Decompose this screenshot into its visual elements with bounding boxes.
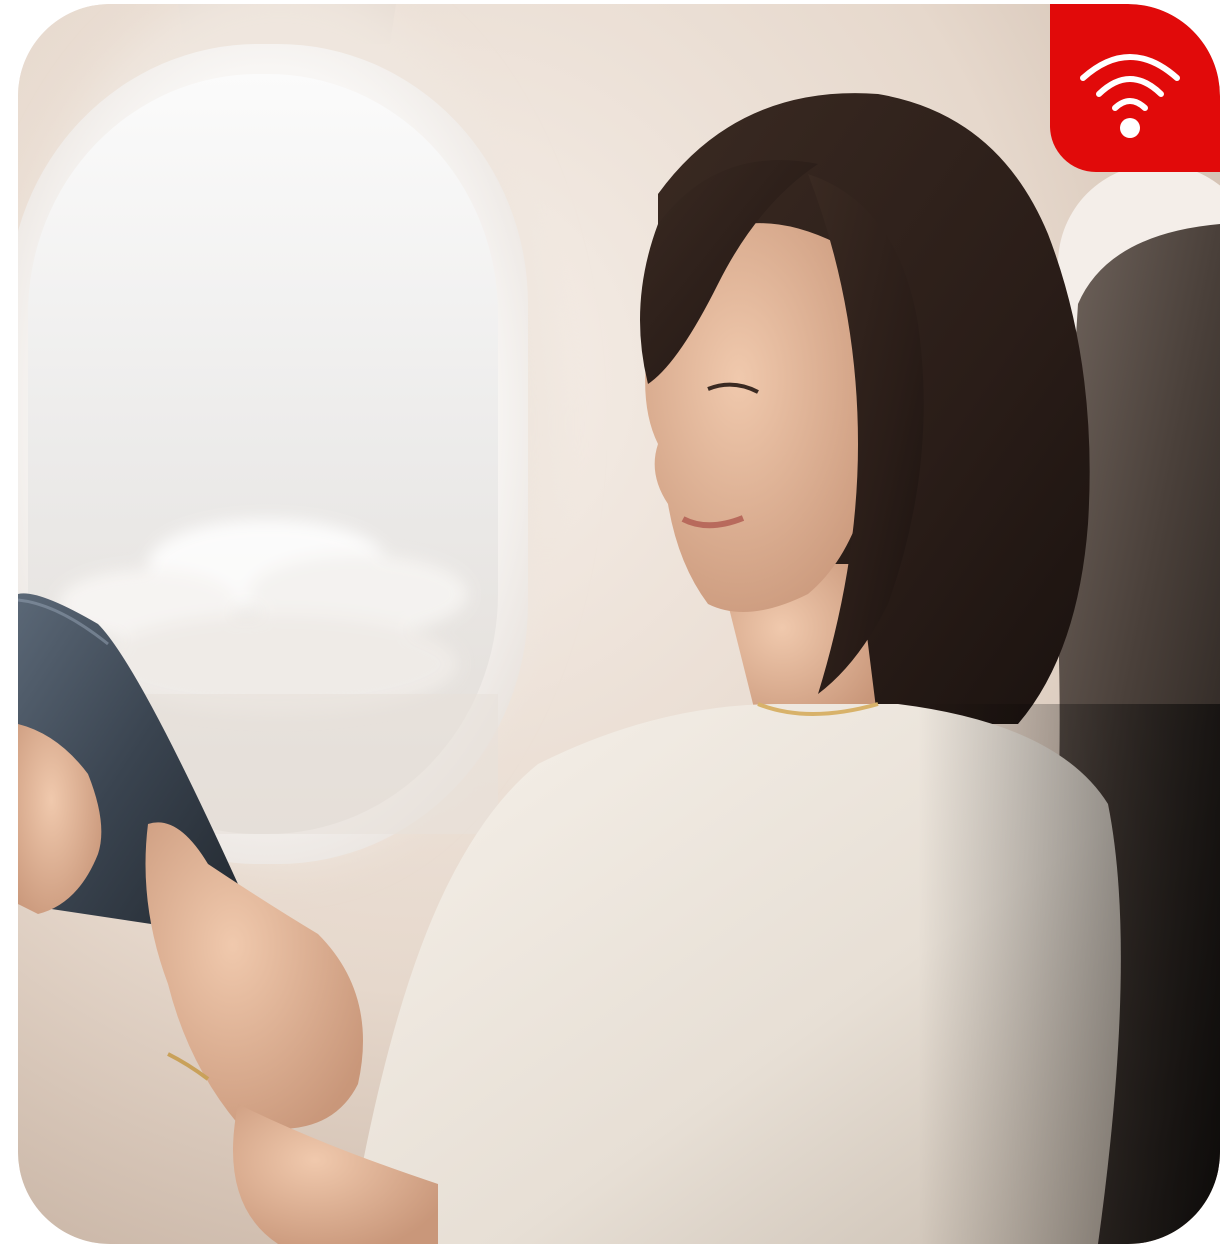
promo-image-card xyxy=(18,4,1220,1244)
airplane-cabin-photo xyxy=(18,4,1220,1244)
wifi-icon xyxy=(1080,54,1180,138)
